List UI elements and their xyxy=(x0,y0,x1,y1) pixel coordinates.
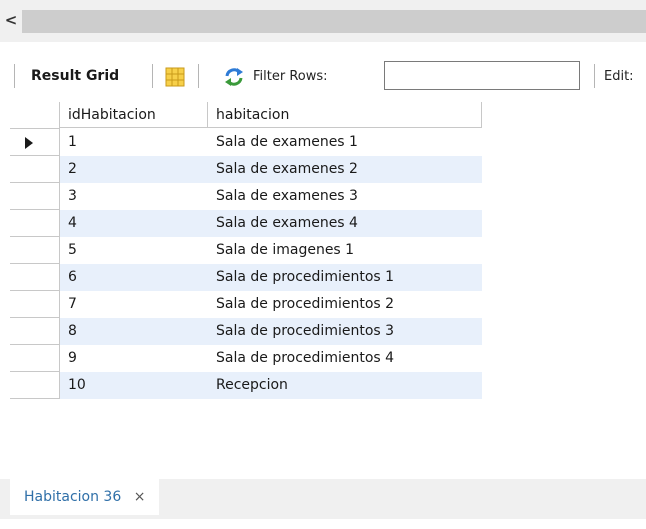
row-marker xyxy=(10,345,60,372)
top-bar: < xyxy=(0,0,646,42)
edit-label[interactable]: Edit: xyxy=(604,69,634,84)
cell-habitacion[interactable]: Sala de procedimientos 3 xyxy=(208,318,482,344)
horizontal-scrollbar[interactable] xyxy=(22,10,646,33)
cell-idhabitacion[interactable]: 7 xyxy=(60,291,208,317)
cell-idhabitacion[interactable]: 5 xyxy=(60,237,208,263)
row-marker xyxy=(10,129,60,156)
filter-rows-label: Filter Rows: xyxy=(253,69,328,84)
cell-idhabitacion[interactable]: 2 xyxy=(60,156,208,182)
refresh-icon[interactable] xyxy=(223,67,245,87)
cell-habitacion[interactable]: Sala de imagenes 1 xyxy=(208,237,482,263)
row-marker xyxy=(10,183,60,210)
cell-idhabitacion[interactable]: 6 xyxy=(60,264,208,290)
cell-habitacion[interactable]: Sala de examenes 1 xyxy=(208,129,482,155)
cell-habitacion[interactable]: Sala de examenes 3 xyxy=(208,183,482,209)
row-marker xyxy=(10,237,60,264)
cell-habitacion[interactable]: Sala de procedimientos 2 xyxy=(208,291,482,317)
cell-habitacion[interactable]: Sala de examenes 4 xyxy=(208,210,482,236)
result-tabs-bar: Habitacion 36 × xyxy=(0,479,646,519)
cell-idhabitacion[interactable]: 3 xyxy=(60,183,208,209)
cell-habitacion[interactable]: Sala de procedimientos 4 xyxy=(208,345,482,371)
cell-idhabitacion[interactable]: 8 xyxy=(60,318,208,344)
cell-habitacion[interactable]: Recepcion xyxy=(208,372,482,398)
row-marker xyxy=(10,291,60,318)
cell-idhabitacion[interactable]: 10 xyxy=(60,372,208,398)
cell-habitacion[interactable]: Sala de examenes 2 xyxy=(208,156,482,182)
toolbar-separator xyxy=(198,64,199,88)
row-marker xyxy=(10,210,60,237)
row-marker xyxy=(10,264,60,291)
cell-idhabitacion[interactable]: 1 xyxy=(60,129,208,155)
cell-habitacion[interactable]: Sala de procedimientos 1 xyxy=(208,264,482,290)
row-marker xyxy=(10,372,60,399)
toolbar-separator xyxy=(152,64,153,88)
result-toolbar: Result Grid Filter Rows: Edit: xyxy=(0,56,646,96)
column-header-idhabitacion[interactable]: idHabitacion xyxy=(60,102,208,128)
cell-idhabitacion[interactable]: 9 xyxy=(60,345,208,371)
result-grid-button[interactable]: Result Grid xyxy=(31,68,119,84)
row-marker xyxy=(10,318,60,345)
grid-view-icon[interactable] xyxy=(163,66,187,88)
close-icon[interactable]: × xyxy=(134,489,146,505)
row-marker-header xyxy=(10,102,60,129)
column-header-habitacion[interactable]: habitacion xyxy=(208,102,482,128)
toolbar-separator xyxy=(594,64,595,88)
scroll-left-button[interactable]: < xyxy=(0,10,22,33)
current-row-pointer-icon xyxy=(25,137,33,149)
tab-label: Habitacion 36 xyxy=(24,489,122,505)
row-marker xyxy=(10,156,60,183)
tab-habitacion-36[interactable]: Habitacion 36 × xyxy=(10,479,160,515)
cell-idhabitacion[interactable]: 4 xyxy=(60,210,208,236)
toolbar-separator xyxy=(14,64,15,88)
filter-rows-input[interactable] xyxy=(384,61,580,90)
